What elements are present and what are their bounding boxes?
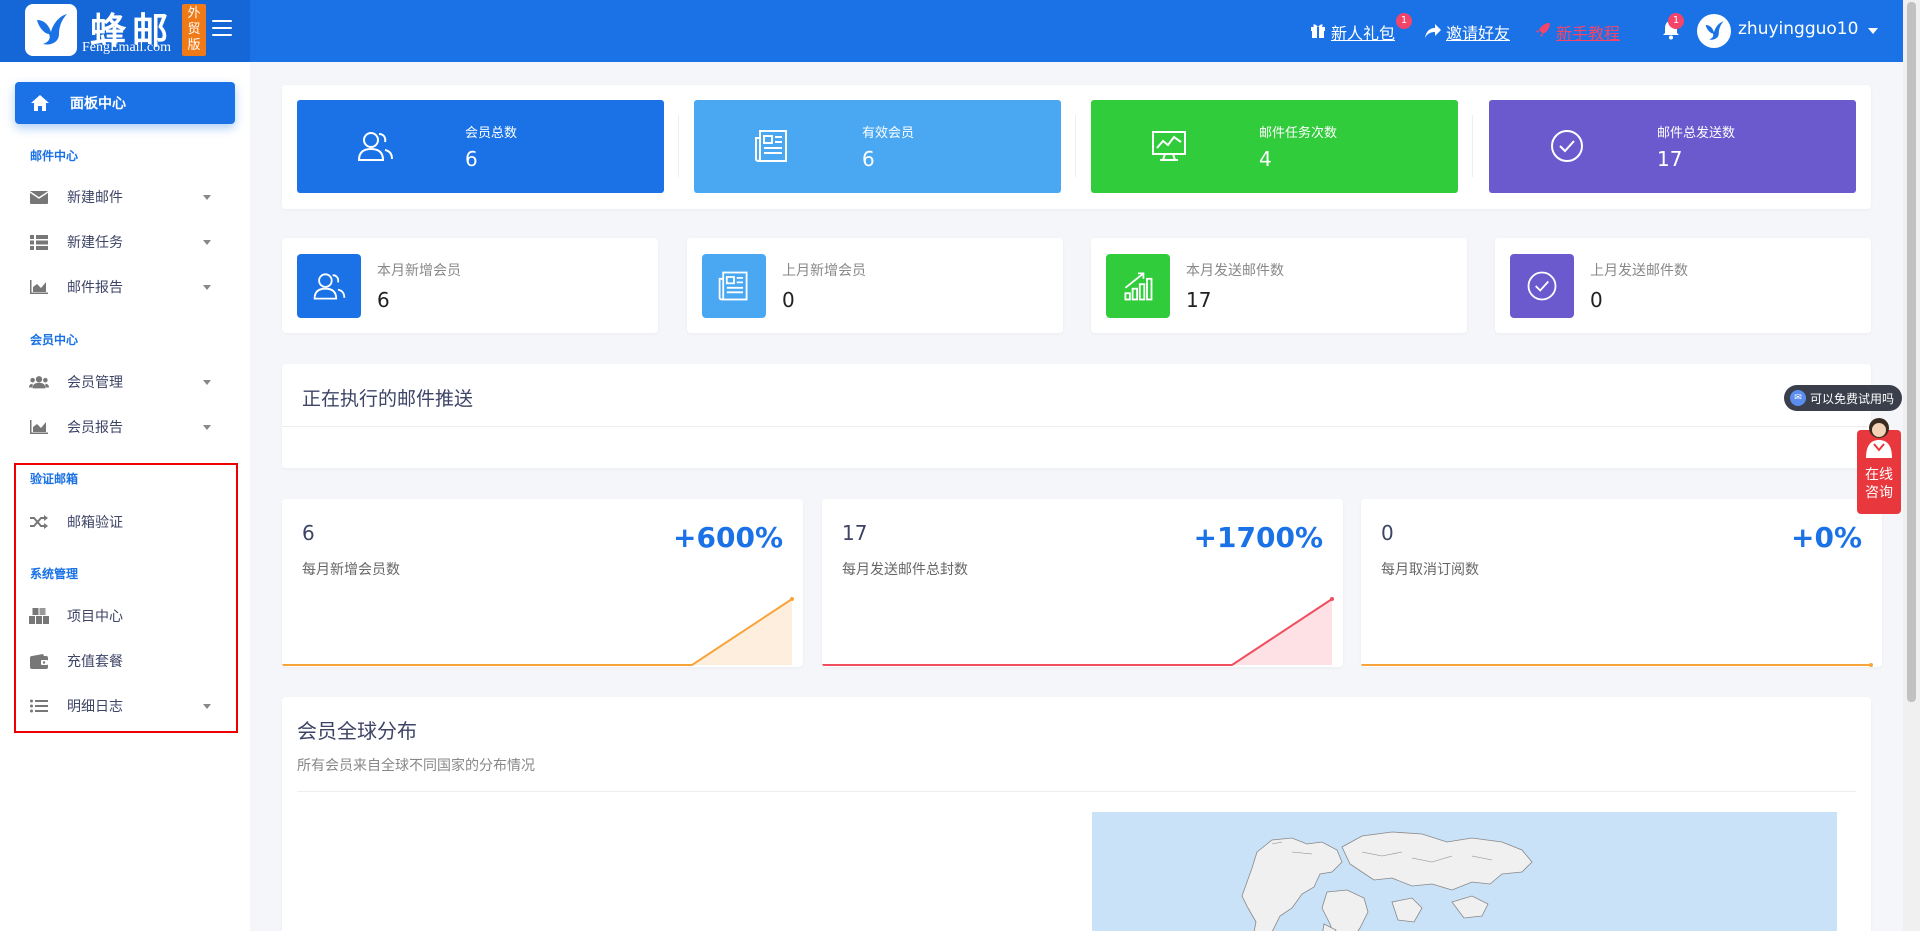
geo-title: 会员全球分布 [297, 719, 417, 743]
section-mail-center: 邮件中心 [30, 149, 79, 163]
sidebar-item-new-mail[interactable]: 新建邮件 [15, 178, 235, 216]
chevron-down-icon [203, 284, 211, 290]
area-chart-icon [29, 420, 49, 434]
growth-percent: +600% [673, 521, 783, 554]
divider [1075, 115, 1076, 177]
stat-tiles-panel: 会员总数 6 有效会员 6 邮件任务次数 4 邮件总发送数 17 [282, 85, 1871, 209]
mini-stat-last-month-members: 上月新增会员 0 [687, 238, 1063, 333]
check-circle-icon [1510, 254, 1574, 318]
home-icon [30, 94, 50, 112]
spark-card-monthly-members: 6 每月新增会员数 +600% [282, 499, 803, 667]
newspaper-icon [752, 126, 792, 166]
envelope-icon [29, 190, 49, 204]
scrollbar-thumb[interactable] [1907, 2, 1916, 702]
user-menu-caret-icon[interactable] [1868, 28, 1878, 34]
check-circle-icon [1547, 126, 1587, 166]
spark-card-monthly-sent: 17 每月发送邮件总封数 +1700% [822, 499, 1343, 667]
sidebar-item-mail-report[interactable]: 邮件报告 [15, 268, 235, 306]
stat-tile-mail-tasks: 邮件任务次数 4 [1091, 100, 1458, 193]
sidebar-item-new-task[interactable]: 新建任务 [15, 223, 235, 261]
highlight-annotation-box [14, 463, 238, 733]
executing-push-title: 正在执行的邮件推送 [302, 388, 474, 410]
sparkline-chart [1361, 663, 1873, 667]
mini-stat-this-month-sent: 本月发送邮件数 17 [1091, 238, 1467, 333]
users-icon [29, 375, 49, 389]
username[interactable]: zhuyingguo10 [1738, 19, 1858, 39]
growth-percent: +0% [1791, 521, 1862, 554]
top-bar: 蜂邮 FengEmail.com 外贸版 新人礼包 1 邀请好友 新手教程 1 … [0, 0, 1920, 62]
mini-stat-this-month-members: 本月新增会员 6 [282, 238, 658, 333]
stat-tile-total-sent: 邮件总发送数 17 [1489, 100, 1856, 193]
chat-icon: ✉ [1790, 390, 1806, 406]
newspaper-icon [702, 254, 766, 318]
world-map[interactable] [1092, 812, 1837, 931]
chevron-down-icon [203, 194, 211, 200]
rocket-icon [1535, 22, 1551, 42]
geo-subtitle: 所有会员来自全球不同国家的分布情况 [297, 758, 535, 774]
users-outline-icon [297, 254, 361, 318]
sidebar-item-member-management[interactable]: 会员管理 [15, 363, 235, 401]
gift-badge: 1 [1396, 13, 1412, 29]
list-icon [29, 234, 49, 250]
free-trial-chat-bubble[interactable]: ✉ 可以免费试用吗 [1784, 385, 1902, 411]
bar-growth-icon [1106, 254, 1170, 318]
gift-icon [1310, 23, 1326, 42]
mini-stat-last-month-sent: 上月发送邮件数 0 [1495, 238, 1871, 333]
divider [297, 791, 1856, 792]
newbie-gift-link[interactable]: 新人礼包 [1310, 20, 1395, 44]
notification-badge: 1 [1668, 13, 1684, 29]
logo-icon [25, 4, 77, 56]
sparkline-chart [822, 597, 1334, 666]
menu-toggle-icon[interactable] [212, 20, 232, 38]
share-icon [1425, 23, 1441, 42]
member-geo-panel: 会员全球分布 所有会员来自全球不同国家的分布情况 [282, 697, 1871, 931]
users-outline-icon [355, 126, 395, 166]
area-chart-icon [29, 280, 49, 294]
executing-push-panel: 正在执行的邮件推送 [282, 364, 1871, 468]
chevron-down-icon [203, 379, 211, 385]
divider [1472, 115, 1473, 177]
monitor-chart-icon [1149, 126, 1189, 166]
divider [282, 426, 1871, 427]
page-scrollbar[interactable] [1903, 0, 1920, 931]
brand-domain: FengEmail.com [82, 40, 172, 55]
stat-tile-total-members: 会员总数 6 [297, 100, 664, 193]
chevron-down-icon [203, 239, 211, 245]
sidebar-item-dashboard[interactable]: 面板中心 [15, 82, 235, 124]
stat-tile-valid-members: 有效会员 6 [694, 100, 1061, 193]
divider [678, 115, 679, 177]
chevron-down-icon [203, 424, 211, 430]
spark-card-monthly-unsubscribe: 0 每月取消订阅数 +0% [1361, 499, 1882, 667]
section-member-center: 会员中心 [30, 333, 79, 347]
sidebar-item-member-report[interactable]: 会员报告 [15, 408, 235, 446]
growth-percent: +1700% [1193, 521, 1323, 554]
tutorial-link[interactable]: 新手教程 [1535, 20, 1620, 44]
support-agent-avatar [1860, 414, 1898, 458]
invite-friends-link[interactable]: 邀请好友 [1425, 20, 1510, 44]
sparkline-chart [282, 597, 794, 666]
edition-badge: 外贸版 [182, 4, 206, 56]
avatar[interactable] [1697, 14, 1731, 48]
